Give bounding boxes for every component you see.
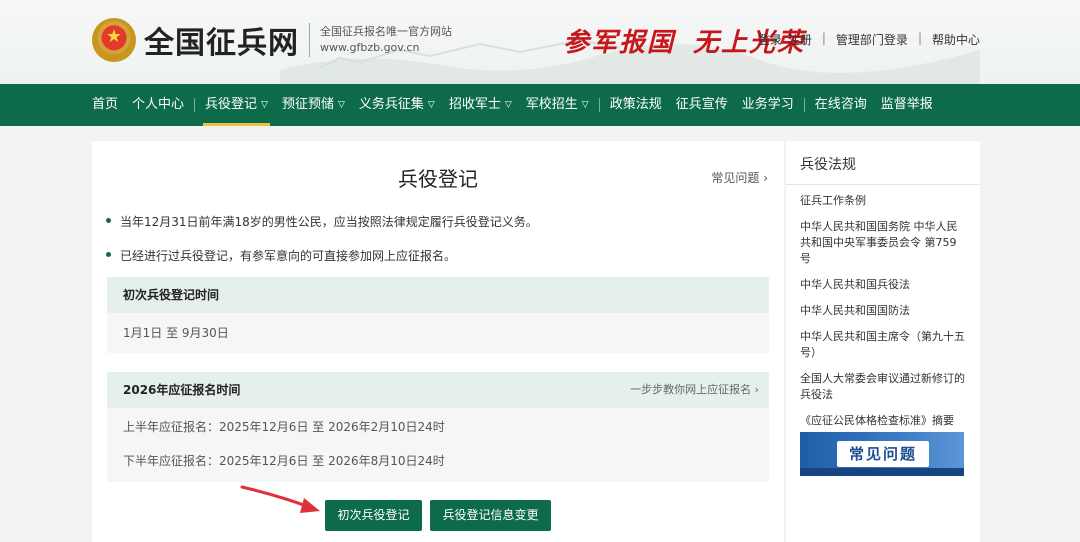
nav-label: 义务兵征集 [358,97,424,112]
subtitle-line1: 全国征兵报名唯一官方网站 [320,25,452,38]
help-center-link[interactable]: 帮助中心 [932,31,980,48]
link-separator: | [821,31,826,45]
enlistment-time-box: 2026年应征报名时间 一步步教你网上应征报名 › 上半年应征报名：2025年1… [107,372,769,482]
nav-divider [803,98,805,112]
box-header-label: 2026年应征报名时间 [123,383,241,397]
register-link[interactable]: 注册 [788,31,812,48]
chevron-right-icon: › [754,383,759,396]
site-logo[interactable]: ★ 全国征兵网 全国征兵报名唯一官方网站 www.gfbzb.gov.cn [92,18,452,62]
nav-label: 在线咨询 [814,97,867,112]
first-registration-button[interactable]: 初次兵役登记 [325,500,422,531]
chevron-down-icon: ▽ [504,100,512,110]
logo-subtitle: 全国征兵报名唯一官方网站 www.gfbzb.gov.cn [320,24,452,56]
sidebar-item[interactable]: 中华人民共和国兵役法 [800,277,966,293]
enlistment-guide-link[interactable]: 一步步教你网上应征报名 › [630,372,759,408]
box-row: 下半年应征报名：2025年12月6日 至 2026年8月10日24时 [123,454,445,468]
nav-divider [194,98,196,112]
chevron-down-icon: ▽ [337,100,345,110]
sidebar-item[interactable]: 全国人大常委会审议通过新修订的兵役法 [800,371,966,403]
chevron-down-icon: ▽ [581,100,589,110]
nav-label: 个人中心 [132,97,185,112]
sidebar-title: 兵役法规 [786,141,980,185]
admin-login-link[interactable]: 管理部门登录 [836,31,908,48]
nav-label: 首页 [92,97,119,112]
nav-conscript[interactable]: 义务兵征集 ▽ [352,84,442,126]
notice-item: 已经进行过兵役登记，有参军意向的可直接参加网上应征报名。 [106,247,538,264]
nav-personal-center[interactable]: 个人中心 [125,84,191,126]
nav-label: 预征预储 [281,97,334,112]
nav-supervision[interactable]: 监督举报 [874,84,940,126]
annotation-arrow-icon [240,485,320,513]
faq-banner-label: 常见问题 [837,441,929,467]
nav-label: 招收军士 [448,97,501,112]
nav-label: 政策法规 [609,97,662,112]
faq-link[interactable]: 常见问题 › [711,169,768,186]
chevron-down-icon: ▽ [427,100,435,110]
army-emblem-icon: ★ [92,18,136,62]
nav-label: 业务学习 [741,97,794,112]
first-registration-box: 初次兵役登记时间 1月1日 至 9月30日 [107,277,769,353]
page-title: 兵役登记 [398,167,478,191]
main-nav: 首页 个人中心 兵役登记 ▽ 预征预储 ▽ 义务兵征集 ▽ 招收军士 ▽ 军校招生 ▽ 政… [0,84,1080,126]
nav-pre-recruit[interactable]: 预征预储 ▽ [275,84,352,126]
nav-policy[interactable]: 政策法规 [603,84,669,126]
faq-link-label: 常见问题 [711,171,760,185]
subtitle-line2: www.gfbzb.gov.cn [320,41,420,54]
top-links: 登录 注册 | 管理部门登录 | 帮助中心 [758,31,980,48]
nav-online-consult[interactable]: 在线咨询 [808,84,874,126]
nav-divider [598,98,600,112]
nav-military-academy[interactable]: 军校招生 ▽ [519,84,596,126]
sidebar-item[interactable]: 中华人民共和国国防法 [800,303,966,319]
guide-link-label: 一步步教你网上应征报名 [630,383,752,396]
nav-label: 兵役登记 [205,97,258,112]
nav-home[interactable]: 首页 [92,84,125,126]
notice-item: 当年12月31日前年满18岁的男性公民，应当按照法律规定履行兵役登记义务。 [106,213,538,230]
nav-nco-recruit[interactable]: 招收军士 ▽ [442,84,519,126]
nav-promotion[interactable]: 征兵宣传 [669,84,735,126]
main-panel: 兵役登记 常见问题 › 当年12月31日前年满18岁的男性公民，应当按照法律规定… [92,141,784,542]
box-row: 1月1日 至 9月30日 [123,326,229,340]
notice-list: 当年12月31日前年满18岁的男性公民，应当按照法律规定履行兵役登记义务。 已经… [106,213,538,281]
sidebar: 兵役法规 征兵工作条例 中华人民共和国国务院 中华人民共和国中央军事委员会令 第… [786,141,980,542]
slogan-1: 参军报国 [563,28,676,58]
sidebar-item[interactable]: 中华人民共和国主席令（第九十五号） [800,329,966,361]
site-header: ★ 全国征兵网 全国征兵报名唯一官方网站 www.gfbzb.gov.cn 参军… [0,0,1080,84]
box-header: 2026年应征报名时间 一步步教你网上应征报名 › [107,372,769,408]
link-separator: | [917,31,922,45]
chevron-right-icon: › [763,171,768,185]
registration-change-button[interactable]: 兵役登记信息变更 [430,500,551,531]
banner-stripe [800,468,964,476]
logo-divider [309,23,310,57]
box-row: 上半年应征报名：2025年12月6日 至 2026年2月10日24时 [123,420,445,434]
faq-banner[interactable]: 常见问题 [800,432,964,476]
sidebar-item[interactable]: 《应征公民体格检查标准》摘要 [800,413,966,429]
site-name: 全国征兵网 [144,26,299,61]
sidebar-item[interactable]: 征兵工作条例 [800,193,966,209]
nav-learning[interactable]: 业务学习 [735,84,801,126]
login-link[interactable]: 登录 [758,31,782,48]
nav-label: 征兵宣传 [675,97,728,112]
sidebar-item[interactable]: 中华人民共和国国务院 中华人民共和国中央军事委员会令 第759号 [800,219,966,267]
nav-label: 监督举报 [880,97,933,112]
nav-military-registration[interactable]: 兵役登记 ▽ [198,84,275,126]
chevron-down-icon: ▽ [261,100,268,110]
box-header: 初次兵役登记时间 [107,277,769,313]
nav-label: 军校招生 [525,97,578,112]
